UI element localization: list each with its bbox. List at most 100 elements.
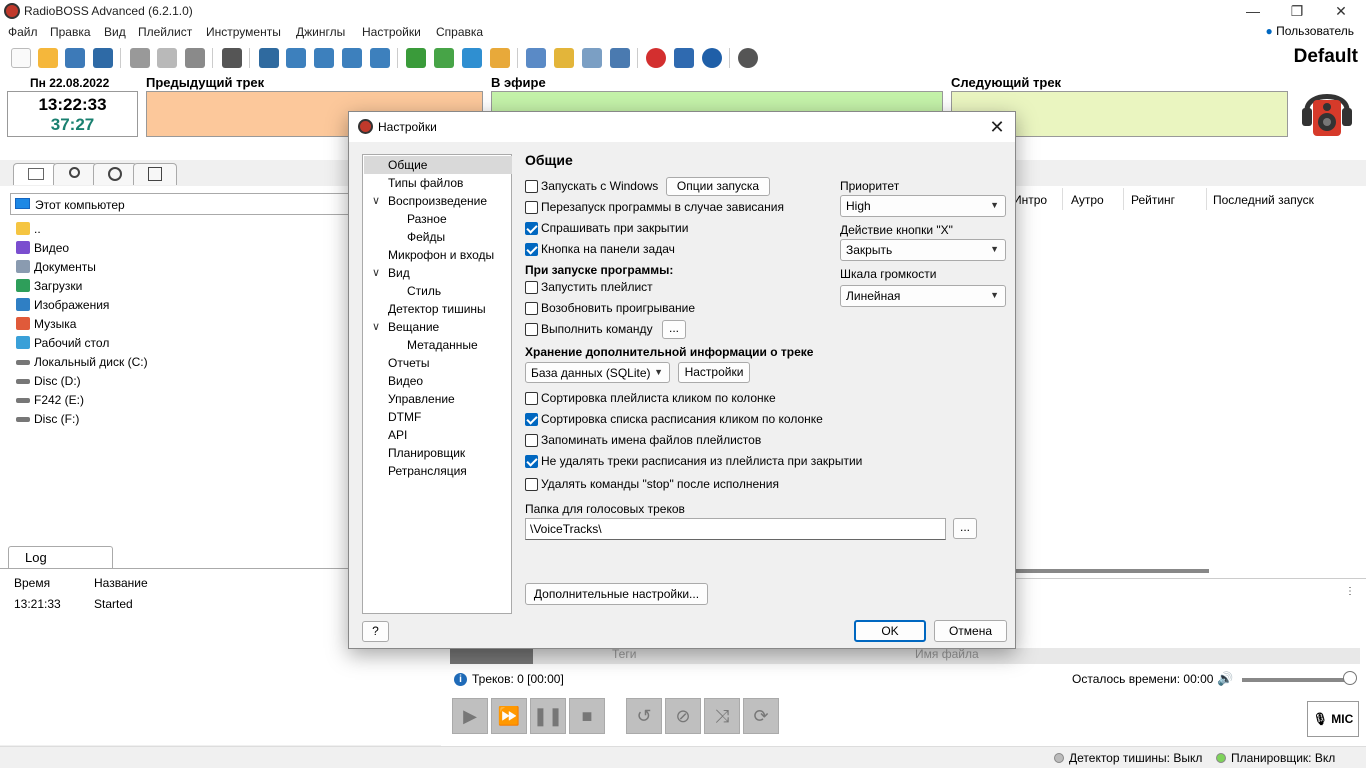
col-outro[interactable]: Аутро — [1071, 193, 1104, 207]
silence-status[interactable]: Детектор тишины: Выкл — [1069, 751, 1202, 765]
volume-knob[interactable] — [1343, 671, 1357, 685]
volume-icon[interactable]: 🔊 — [1217, 671, 1233, 687]
nav-item[interactable]: Метаданные — [364, 336, 512, 354]
file-list-item[interactable]: Disc (D:) — [16, 372, 336, 390]
tab-files[interactable] — [13, 163, 57, 185]
scheduler-status[interactable]: Планировщик: Вкл — [1231, 751, 1335, 765]
cut-icon[interactable] — [130, 48, 150, 68]
col-filename[interactable]: Имя файла — [915, 647, 979, 661]
startup-windows-label[interactable]: Запускать с Windows — [541, 179, 658, 193]
start-playlist-label[interactable]: Запустить плейлист — [541, 280, 653, 294]
cancel-button[interactable]: Отмена — [934, 620, 1007, 642]
file-list-item[interactable]: Disc (F:) — [16, 410, 336, 428]
keep-schedule-label[interactable]: Не удалять треки расписания из плейлиста… — [541, 454, 862, 468]
ask-on-close-checkbox[interactable] — [525, 222, 538, 235]
file-list-item[interactable]: Видео — [16, 239, 336, 257]
nav-item[interactable]: ∨ Воспроизведение — [364, 192, 512, 210]
nav-item[interactable]: ∨ Вид — [364, 264, 512, 282]
gear-icon[interactable] — [738, 48, 758, 68]
keep-schedule-checkbox[interactable] — [525, 455, 538, 468]
sort-playlist-label[interactable]: Сортировка плейлиста кликом по колонке — [541, 391, 776, 405]
chevron-down-icon[interactable]: ∨ — [372, 192, 380, 210]
play-button[interactable]: ▶ — [452, 698, 488, 734]
menu-playlist[interactable]: Плейлист — [138, 25, 192, 39]
open-folder-icon[interactable] — [38, 48, 58, 68]
nav-item[interactable]: DTMF — [364, 408, 512, 426]
run-command-label[interactable]: Выполнить команду — [541, 322, 653, 336]
nav-item[interactable]: Микрофон и входы — [364, 246, 512, 264]
voice-folder-browse-button[interactable]: ... — [953, 518, 977, 539]
advanced-settings-button[interactable]: Дополнительные настройки... — [525, 583, 708, 605]
menu-help[interactable]: Справка — [436, 25, 483, 39]
x-action-select[interactable]: Закрыть ▼ — [840, 239, 1006, 261]
col-intro[interactable]: Интро — [1013, 193, 1047, 207]
nav-item[interactable]: Фейды — [364, 228, 512, 246]
report-icon[interactable] — [610, 48, 630, 68]
menu-edit[interactable]: Правка — [50, 25, 91, 39]
nav-item[interactable]: API — [364, 426, 512, 444]
playlist-scrollbar[interactable] — [1016, 569, 1209, 573]
add-file-icon[interactable] — [434, 48, 454, 68]
dialog-close-icon[interactable]: ✕ — [983, 115, 1011, 139]
path-box[interactable]: Этот компьютер — [10, 193, 355, 215]
file-list-item[interactable]: Загрузки — [16, 277, 336, 295]
file-list-item[interactable]: .. — [16, 220, 336, 238]
nav-item[interactable]: Отчеты — [364, 354, 512, 372]
menu-file[interactable]: Файл — [8, 25, 38, 39]
tab-history[interactable] — [93, 163, 137, 185]
minimize-button[interactable]: — — [1230, 0, 1276, 22]
col-rating[interactable]: Рейтинг — [1131, 193, 1175, 207]
remove-stop-label[interactable]: Удалять команды "stop" после исполнения — [541, 477, 779, 491]
volume-scale-select[interactable]: Линейная ▼ — [840, 285, 1006, 307]
add-folder-icon[interactable] — [462, 48, 482, 68]
jingle-icon[interactable] — [554, 48, 574, 68]
nav-item[interactable]: Общие — [364, 156, 512, 174]
stats-icon[interactable] — [674, 48, 694, 68]
chevron-down-icon[interactable]: ∨ — [372, 264, 380, 282]
repeat-button[interactable]: ↺ — [626, 698, 662, 734]
nav-item[interactable]: Типы файлов — [364, 174, 512, 192]
sort-schedule-checkbox[interactable] — [525, 413, 538, 426]
storage-settings-button[interactable]: Настройки — [678, 362, 750, 383]
layout-3-icon[interactable] — [314, 48, 334, 68]
run-command-checkbox[interactable] — [525, 323, 538, 336]
ask-on-close-label[interactable]: Спрашивать при закрытии — [541, 221, 688, 235]
ok-button[interactable]: OK — [854, 620, 926, 642]
close-button[interactable]: ✕ — [1318, 0, 1364, 22]
col-last-played[interactable]: Последний запуск — [1213, 193, 1314, 207]
file-list-item[interactable]: Локальный диск (C:) — [16, 353, 336, 371]
tools-icon[interactable] — [582, 48, 602, 68]
file-list-item[interactable]: F242 (E:) — [16, 391, 336, 409]
nav-item[interactable]: Стиль — [364, 282, 512, 300]
help-button[interactable]: ? — [362, 621, 389, 642]
tab-filters[interactable] — [133, 163, 177, 185]
save-icon[interactable] — [65, 48, 85, 68]
loop-button[interactable]: ⟳ — [743, 698, 779, 734]
restart-on-hang-checkbox[interactable] — [525, 201, 538, 214]
copy-icon[interactable] — [157, 48, 177, 68]
taskbar-button-checkbox[interactable] — [525, 243, 538, 256]
tab-search[interactable] — [53, 163, 97, 185]
file-list-item[interactable]: Рабочий стол — [16, 334, 336, 352]
file-list-item[interactable]: Музыка — [16, 315, 336, 333]
broadcast-icon[interactable] — [702, 48, 722, 68]
next-button[interactable]: ⏩ — [491, 698, 527, 734]
file-list-item[interactable]: Документы — [16, 258, 336, 276]
disable-button[interactable]: ⊘ — [665, 698, 701, 734]
layout-5-icon[interactable] — [370, 48, 390, 68]
user-label[interactable]: ● Пользователь — [1266, 24, 1354, 38]
save-as-icon[interactable] — [93, 48, 113, 68]
mic-button[interactable]: 🎙 MIC — [1307, 701, 1359, 737]
sublist-menu-icon[interactable]: ⋮ — [1345, 586, 1355, 597]
resume-playback-label[interactable]: Возобновить проигрывание — [541, 301, 695, 315]
start-playlist-checkbox[interactable] — [525, 281, 538, 294]
command-browse-button[interactable]: ... — [662, 320, 686, 339]
nav-item[interactable]: Детектор тишины — [364, 300, 512, 318]
remove-stop-checkbox[interactable] — [525, 478, 538, 491]
record-icon[interactable] — [646, 48, 666, 68]
storage-select[interactable]: База данных (SQLite) ▼ — [525, 362, 670, 383]
maximize-button[interactable]: ❐ — [1274, 0, 1320, 22]
layout-2-icon[interactable] — [286, 48, 306, 68]
taskbar-button-label[interactable]: Кнопка на панели задач — [541, 242, 675, 256]
menu-tools[interactable]: Инструменты — [206, 25, 281, 39]
